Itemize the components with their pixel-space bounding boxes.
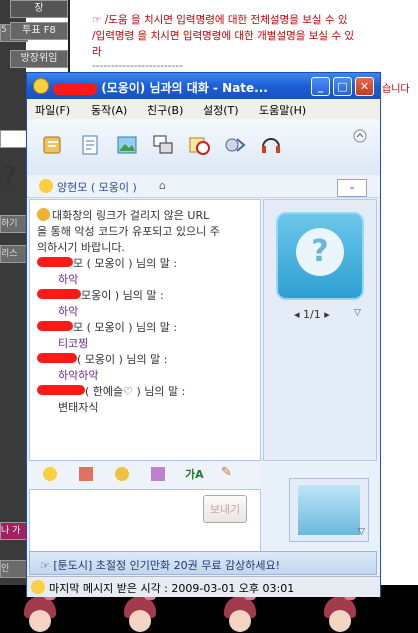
contact-bar: 양현모 ( 모옹이 ) ⌂ ⌄	[27, 175, 380, 198]
ad-banner[interactable]: ☞ [툰도시] 초절정 인기만화 20권 무료 감상하세요!	[29, 551, 377, 575]
game-left-button-2[interactable]: 하기	[0, 215, 28, 233]
send-button[interactable]: 보내기	[203, 495, 247, 523]
avatar-menu-icon[interactable]: ▽	[354, 308, 361, 318]
message-speaker: 모옹이 ) 님의 말 :	[37, 287, 164, 303]
notice-line-1: ☞ /도움 을 치시면 입력명령에 대한 전체설명을 보실 수 있	[92, 14, 348, 26]
chevron-down-icon[interactable]: ⌄	[337, 179, 367, 197]
message-speaker: ( 한예슬♡ ) 님의 말 :	[37, 383, 185, 399]
message-text: 하악	[58, 273, 79, 286]
menu-settings[interactable]: 설정(T)	[203, 102, 239, 118]
message-text: 티코찡	[58, 337, 89, 350]
window-switch-icon[interactable]	[151, 133, 175, 157]
emoticon-icon[interactable]	[43, 467, 57, 481]
menu-file[interactable]: 파일(F)	[35, 102, 70, 118]
notice-divider: ------------------------	[92, 60, 183, 72]
warning-text-1: 대화창의 링크가 걸리지 않은 URL	[52, 209, 210, 222]
menu-bar: 파일(F) 동작(A) 친구(B) 설정(T) 도움말(H)	[27, 99, 380, 119]
game-top-button[interactable]: 장	[10, 0, 68, 18]
message-speaker: 모 ( 모옹이 ) 님의 말 :	[37, 319, 177, 335]
notice-line-3: 라	[92, 46, 102, 58]
maximize-button[interactable]: □	[333, 77, 352, 96]
minimize-button[interactable]: _	[311, 77, 330, 96]
smiley-status-icon	[39, 179, 53, 193]
share-folder-icon[interactable]	[79, 133, 103, 157]
home-icon[interactable]: ⌂	[159, 179, 166, 192]
avatar-pager: ◂ 1/1 ▸	[294, 308, 330, 321]
alarm-icon[interactable]	[187, 133, 211, 157]
status-smiley-icon	[31, 580, 45, 594]
message-text: 변태자식	[58, 401, 99, 414]
menu-friends[interactable]: 친구(B)	[147, 102, 183, 118]
headset-icon[interactable]	[259, 133, 283, 157]
unknown-avatar-icon: ?	[296, 228, 344, 276]
ad-text[interactable]: ☞ [툰도시] 초절정 인기만화 20권 무료 감상하세요!	[40, 557, 280, 573]
my-avatar[interactable]: ▽	[289, 478, 369, 542]
gift-icon[interactable]	[79, 467, 93, 481]
contact-name[interactable]: 양현모 ( 모옹이 )	[57, 179, 137, 195]
contact-avatar-panel: ? ◂ 1/1 ▸ ▽	[263, 199, 377, 461]
message-speaker: 모 ( 모옹이 ) 님의 말 :	[37, 255, 177, 271]
emoticon-bar: 가A ✎	[29, 461, 261, 489]
game-left-button-3[interactable]: 리스	[0, 245, 28, 263]
chat-log: 대화창의 링크가 걸리지 않은 URL 을 통해 악성 코드가 유포되고 있으니…	[29, 199, 261, 461]
game-exit-button[interactable]: 나 가	[0, 522, 28, 540]
game-question-mark: ?	[2, 160, 17, 193]
settings-icon[interactable]	[223, 133, 247, 157]
photo-icon[interactable]	[115, 133, 139, 157]
window-title: (모옹이) 님과의 대화 - Nate...	[53, 79, 268, 96]
menu-action[interactable]: 동작(A)	[91, 102, 127, 118]
game-left-label: 인	[0, 560, 28, 578]
flash-con-icon[interactable]	[115, 467, 129, 481]
warning-text-3: 의하시기 바랍니다.	[37, 241, 125, 254]
menu-help[interactable]: 도움말(H)	[259, 102, 306, 118]
title-bar[interactable]: (모옹이) 님과의 대화 - Nate... _ □ ✕	[27, 73, 380, 99]
background-icon[interactable]	[151, 467, 165, 481]
last-message-time: 마지막 메시지 받은 시각 : 2009-03-01 오후 03:01	[49, 582, 295, 595]
game-left-panel: 5 ? 하기 리스 나 가 인	[0, 0, 28, 633]
game-transfer-host-button[interactable]: 방장위임	[10, 50, 68, 68]
status-bar: 마지막 메시지 받은 시각 : 2009-03-01 오후 03:01	[27, 576, 380, 597]
my-avatar-menu-icon[interactable]: ▽	[358, 527, 365, 537]
game-chat-fragment: 습니다	[382, 84, 410, 95]
contact-avatar[interactable]: ?	[276, 212, 364, 300]
game-chat-log: ☞ /도움 을 치시면 입력명령에 대한 전체설명을 보실 수 있 /입력명령 …	[68, 0, 418, 80]
message-text: 하악하악	[58, 369, 99, 382]
warning-icon	[37, 208, 50, 221]
pencil-icon[interactable]: ✎	[221, 465, 232, 480]
message-text: 하악	[58, 305, 79, 318]
nate-chat-window: (모옹이) 님과의 대화 - Nate... _ □ ✕ 파일(F) 동작(A)…	[26, 72, 381, 597]
toolbar	[27, 119, 380, 175]
font-icon[interactable]: 가A	[185, 466, 204, 482]
my-avatar-image	[298, 485, 360, 535]
expand-toolbar-icon[interactable]	[353, 129, 367, 143]
close-button[interactable]: ✕	[355, 77, 374, 96]
game-vote-button[interactable]: 투표 F8	[10, 22, 68, 40]
game-right-area	[382, 95, 418, 595]
redacted-name	[53, 82, 97, 95]
notice-line-2: /입력명령 을 치시면 입력명령에 대한 개별설명을 보실 수 있	[92, 30, 355, 42]
send-file-icon[interactable]	[41, 133, 65, 157]
game-left-panel-area	[0, 130, 28, 148]
nateon-logo-icon	[33, 78, 49, 94]
message-speaker: ( 모옹이 ) 님의 말 :	[37, 351, 168, 367]
warning-text-2: 을 통해 악성 코드가 유포되고 있으니 주	[37, 225, 220, 238]
